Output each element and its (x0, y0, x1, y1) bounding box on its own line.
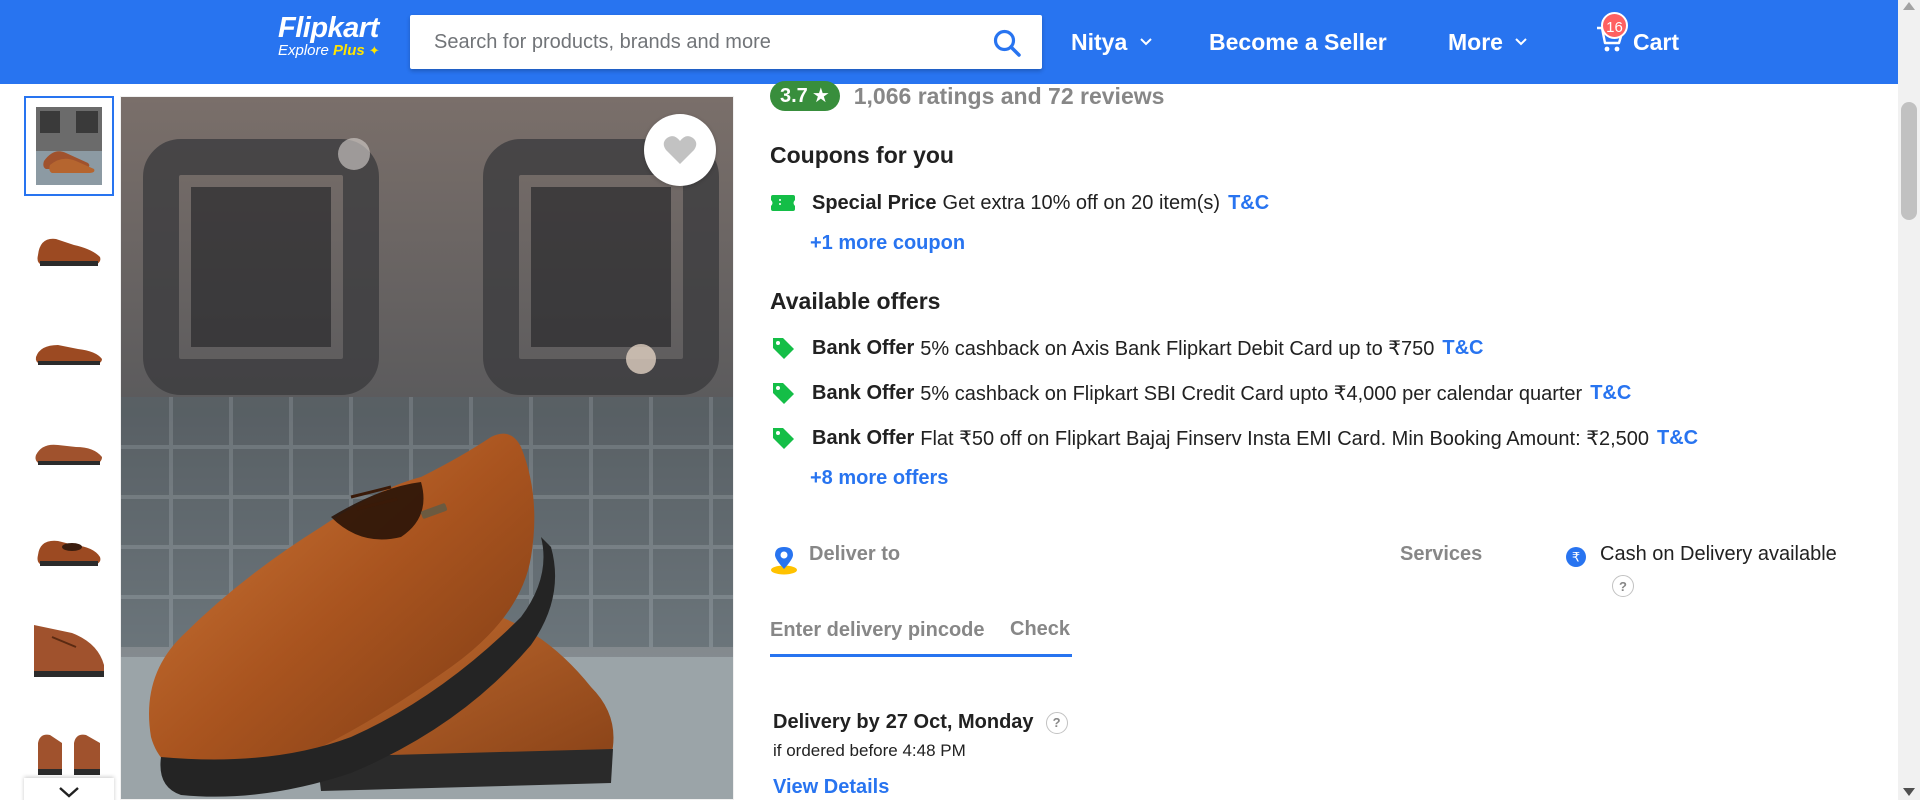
shoe-thumbnail-icon (38, 734, 100, 775)
shoe-thumbnail-icon (35, 345, 103, 365)
offers-title: Available offers (770, 288, 941, 314)
product-main-image[interactable] (120, 96, 734, 800)
cart-label: Cart (1633, 29, 1680, 55)
help-icon[interactable]: ? (1612, 575, 1634, 597)
cart-count-badge: 16 (1601, 12, 1628, 39)
thumbnail-item[interactable] (24, 596, 114, 696)
coupon-tc-link[interactable]: T&C (1228, 192, 1269, 215)
chevron-down-icon (1515, 38, 1528, 46)
shoe-thumbnail-icon (37, 238, 101, 266)
shoe-thumbnail-icon (37, 540, 101, 566)
shoe-thumbnail-icon (35, 444, 102, 465)
service-text: Cash on Delivery available (1600, 543, 1837, 565)
rupee-coin-icon: ₹ (1566, 547, 1586, 567)
more-menu-label: More (1448, 29, 1503, 55)
rating-value: 3.7 (780, 85, 808, 107)
delivery-date: 27 Oct, Monday (885, 711, 1034, 733)
offer-tag-icon (770, 335, 796, 361)
offer-row: Bank Offer 5% cashback on Flipkart SBI C… (770, 378, 1631, 408)
help-icon[interactable]: ? (1045, 711, 1068, 734)
page-scrollbar[interactable] (1898, 0, 1920, 800)
heart-icon (663, 136, 697, 164)
plus-star-icon: ✦ (368, 43, 380, 58)
thumbnail-item[interactable] (24, 296, 114, 396)
coupon-type: Special Price (812, 191, 937, 214)
shoe-product-image (121, 97, 733, 799)
logo-explore: Explore (278, 42, 329, 59)
chevron-down-icon (1139, 38, 1152, 46)
delivery-estimate: Delivery by 27 Oct, Monday ? (773, 711, 1068, 734)
svg-text:₹: ₹ (1572, 551, 1580, 566)
chevron-down-icon (59, 787, 79, 798)
delivery-by-label: Delivery by (773, 711, 880, 733)
more-menu[interactable]: More (1448, 25, 1528, 59)
become-seller-link[interactable]: Become a Seller (1209, 25, 1387, 59)
offer-tag-icon (770, 425, 796, 451)
offer-row: Bank Offer Flat ₹50 off on Flipkart Baja… (770, 423, 1698, 453)
coupon-ticket-icon (770, 190, 796, 216)
thumbnail-item[interactable] (24, 96, 114, 196)
search-input[interactable] (410, 15, 970, 69)
offer-type: Bank Offer (812, 381, 915, 404)
scrollbar-thumb[interactable] (1901, 102, 1917, 220)
thumbnail-item[interactable] (24, 396, 114, 496)
offer-tc-link[interactable]: T&C (1657, 427, 1698, 450)
rating-badge[interactable]: 3.7 ★ (770, 81, 840, 111)
offer-type: Bank Offer (812, 336, 915, 359)
search-icon[interactable] (992, 28, 1022, 58)
coupon-row: Special Price Get extra 10% off on 20 it… (770, 188, 1269, 218)
thumbnails-scroll-down-button[interactable] (24, 778, 114, 800)
offer-row: Bank Offer 5% cashback on Axis Bank Flip… (770, 333, 1483, 363)
top-header: Flipkart Explore Plus ✦ Nitya Become a S… (0, 0, 1898, 84)
search-bar (410, 15, 1042, 69)
delivery-cutoff: if ordered before 4:48 PM (773, 741, 966, 760)
star-icon: ★ (811, 85, 830, 107)
user-menu[interactable]: Nitya (1071, 25, 1152, 59)
offer-type: Bank Offer (812, 426, 915, 449)
more-coupons-link[interactable]: +1 more coupon (810, 232, 965, 255)
coupon-text: Get extra 10% off on 20 item(s) (942, 191, 1221, 214)
offer-tc-link[interactable]: T&C (1442, 337, 1483, 360)
more-offers-link[interactable]: +8 more offers (810, 467, 948, 490)
coupons-title: Coupons for you (770, 142, 954, 168)
location-pin-icon (771, 547, 797, 575)
offer-tc-link[interactable]: T&C (1590, 382, 1631, 405)
thumbnail-item[interactable] (24, 196, 114, 296)
pincode-input[interactable] (770, 615, 1000, 645)
flipkart-logo[interactable]: Flipkart Explore Plus ✦ (278, 12, 394, 60)
offer-text: 5% cashback on Flipkart SBI Credit Card … (920, 382, 1583, 405)
scroll-down-arrow-icon[interactable] (1903, 788, 1915, 796)
thumbnail-item[interactable] (24, 496, 114, 596)
logo-plus: Plus (333, 42, 365, 59)
offer-text: 5% cashback on Axis Bank Flipkart Debit … (920, 337, 1435, 360)
logo-wordmark: Flipkart (278, 12, 379, 44)
rating-row: 3.7 ★ 1,066 ratings and 72 reviews (770, 80, 1164, 112)
shoe-thumbnail-icon (34, 625, 104, 677)
deliver-to-label: Deliver to (809, 543, 901, 565)
check-pincode-button[interactable]: Check (1010, 618, 1070, 641)
view-details-link[interactable]: View Details (773, 776, 889, 799)
ratings-reviews-summary[interactable]: 1,066 ratings and 72 reviews (854, 83, 1165, 110)
service-item: ₹ Cash on Delivery available (1566, 543, 1837, 567)
offer-tag-icon (770, 380, 796, 406)
scroll-up-arrow-icon[interactable] (1903, 2, 1915, 10)
thumbnail-strip (24, 96, 114, 800)
offer-text: Flat ₹50 off on Flipkart Bajaj Finserv I… (920, 427, 1649, 450)
pincode-field: Check (770, 605, 1072, 657)
wishlist-button[interactable] (644, 114, 716, 186)
user-menu-label: Nitya (1071, 29, 1128, 55)
services-label: Services (1400, 543, 1483, 565)
logo-tagline: Explore Plus ✦ (278, 42, 394, 60)
shoe-thumbnail-icon (36, 107, 102, 185)
